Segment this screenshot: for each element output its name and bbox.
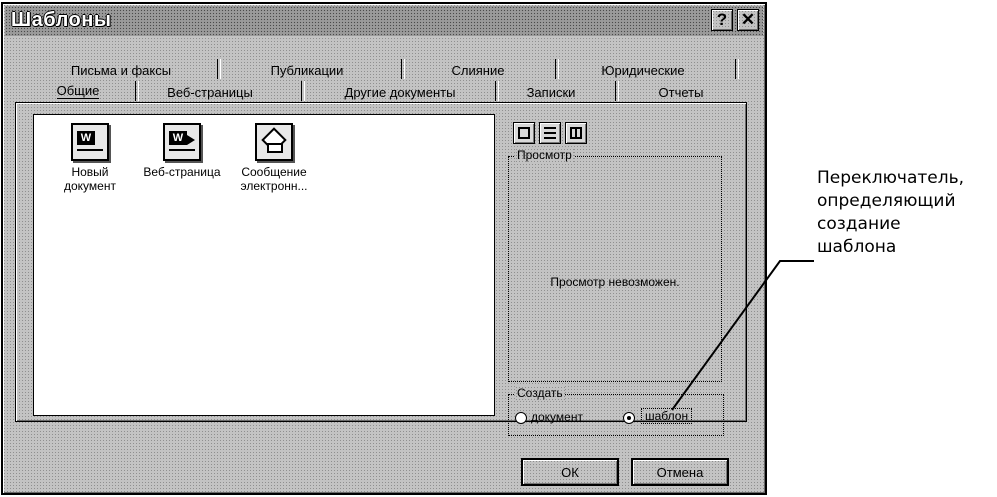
tab-separator — [401, 59, 405, 79]
tab-separator — [615, 81, 619, 101]
tab-memos[interactable]: Записки — [511, 80, 591, 102]
tab-label: Юридические — [601, 63, 685, 78]
tab-label: Веб-страницы — [167, 85, 253, 100]
tab-label: Записки — [526, 85, 576, 100]
tab-separator — [135, 81, 139, 101]
tab-label: Слияние — [451, 63, 505, 78]
close-icon: ✕ — [740, 10, 756, 29]
annotation-line: определяющий — [817, 191, 956, 211]
annotation-text: Переключатель, определяющий создание шаб… — [817, 167, 964, 259]
template-item-blank-document[interactable]: W Новый документ — [46, 123, 134, 193]
tab-separator — [217, 59, 221, 79]
tab-reports[interactable]: Отчеты — [631, 80, 731, 102]
annotation-line: создание — [817, 214, 901, 234]
title-bar[interactable]: Шаблоны ? ✕ — [5, 6, 763, 36]
tab-other-documents[interactable]: Другие документы — [325, 80, 475, 102]
cancel-button[interactable]: Отмена — [631, 458, 729, 486]
large-icons-view-icon — [518, 127, 530, 139]
email-message-icon — [255, 123, 293, 161]
radio-template[interactable] — [623, 412, 635, 424]
preview-message: Просмотр невозможен. — [550, 275, 680, 289]
annotation-line: шаблона — [817, 237, 897, 257]
details-view-icon — [570, 127, 582, 139]
tab-label: Письма и факсы — [70, 63, 172, 78]
ok-button[interactable]: ОК — [521, 458, 619, 486]
tab-legal[interactable]: Юридические — [588, 58, 698, 80]
tab-separator — [555, 59, 559, 79]
preview-group: Просмотр Просмотр невозможен. — [508, 148, 722, 382]
radio-document[interactable] — [515, 412, 527, 424]
ok-label: ОК — [561, 464, 579, 480]
tab-label: Другие документы — [344, 85, 456, 100]
tab-publications[interactable]: Публикации — [257, 58, 357, 80]
templates-dialog: Шаблоны ? ✕ Письма и факсы Публикации Сл… — [1, 2, 767, 495]
web-page-icon: W — [163, 123, 201, 161]
radio-selected-dot — [627, 416, 631, 420]
help-button[interactable]: ? — [711, 9, 733, 31]
word-document-icon: W — [71, 123, 109, 161]
list-view-button[interactable] — [539, 122, 561, 144]
help-icon: ? — [716, 10, 728, 29]
dialog-title: Шаблоны — [11, 9, 112, 31]
radio-template-label: шаблон — [641, 408, 693, 424]
preview-group-label: Просмотр — [515, 148, 574, 162]
radio-document-label: документ — [531, 410, 583, 424]
tab-label: Общие — [56, 83, 100, 99]
list-view-icon — [544, 127, 556, 139]
template-label: Сообщение электронн... — [240, 165, 308, 193]
large-icons-view-button[interactable] — [513, 122, 535, 144]
close-button[interactable]: ✕ — [737, 9, 759, 31]
tab-row-front: Общие Веб-страницы Другие документы Запи… — [3, 80, 765, 102]
tab-separator — [495, 81, 499, 101]
tab-separator — [735, 59, 739, 79]
tab-general[interactable]: Общие — [33, 77, 123, 101]
create-group-label: Создать — [515, 386, 565, 400]
annotation-line: Переключатель, — [817, 168, 965, 188]
tab-label: Публикации — [270, 63, 344, 78]
template-item-web-page[interactable]: W Веб-страница — [138, 123, 226, 179]
tab-label: Отчеты — [658, 85, 704, 100]
template-label: Веб-страница — [143, 165, 221, 179]
cancel-label: Отмена — [656, 464, 704, 480]
create-group: Создать документ шаблон — [508, 386, 724, 436]
tab-mail-merge[interactable]: Слияние — [433, 58, 523, 80]
details-view-button[interactable] — [565, 122, 587, 144]
tab-separator — [301, 81, 305, 101]
template-list[interactable]: W Новый документ W Веб-страница Сообщени… — [33, 114, 495, 416]
tab-web-pages[interactable]: Веб-страницы — [155, 80, 265, 102]
template-item-email-message[interactable]: Сообщение электронн... — [230, 123, 318, 193]
template-label: Новый документ — [64, 165, 116, 193]
